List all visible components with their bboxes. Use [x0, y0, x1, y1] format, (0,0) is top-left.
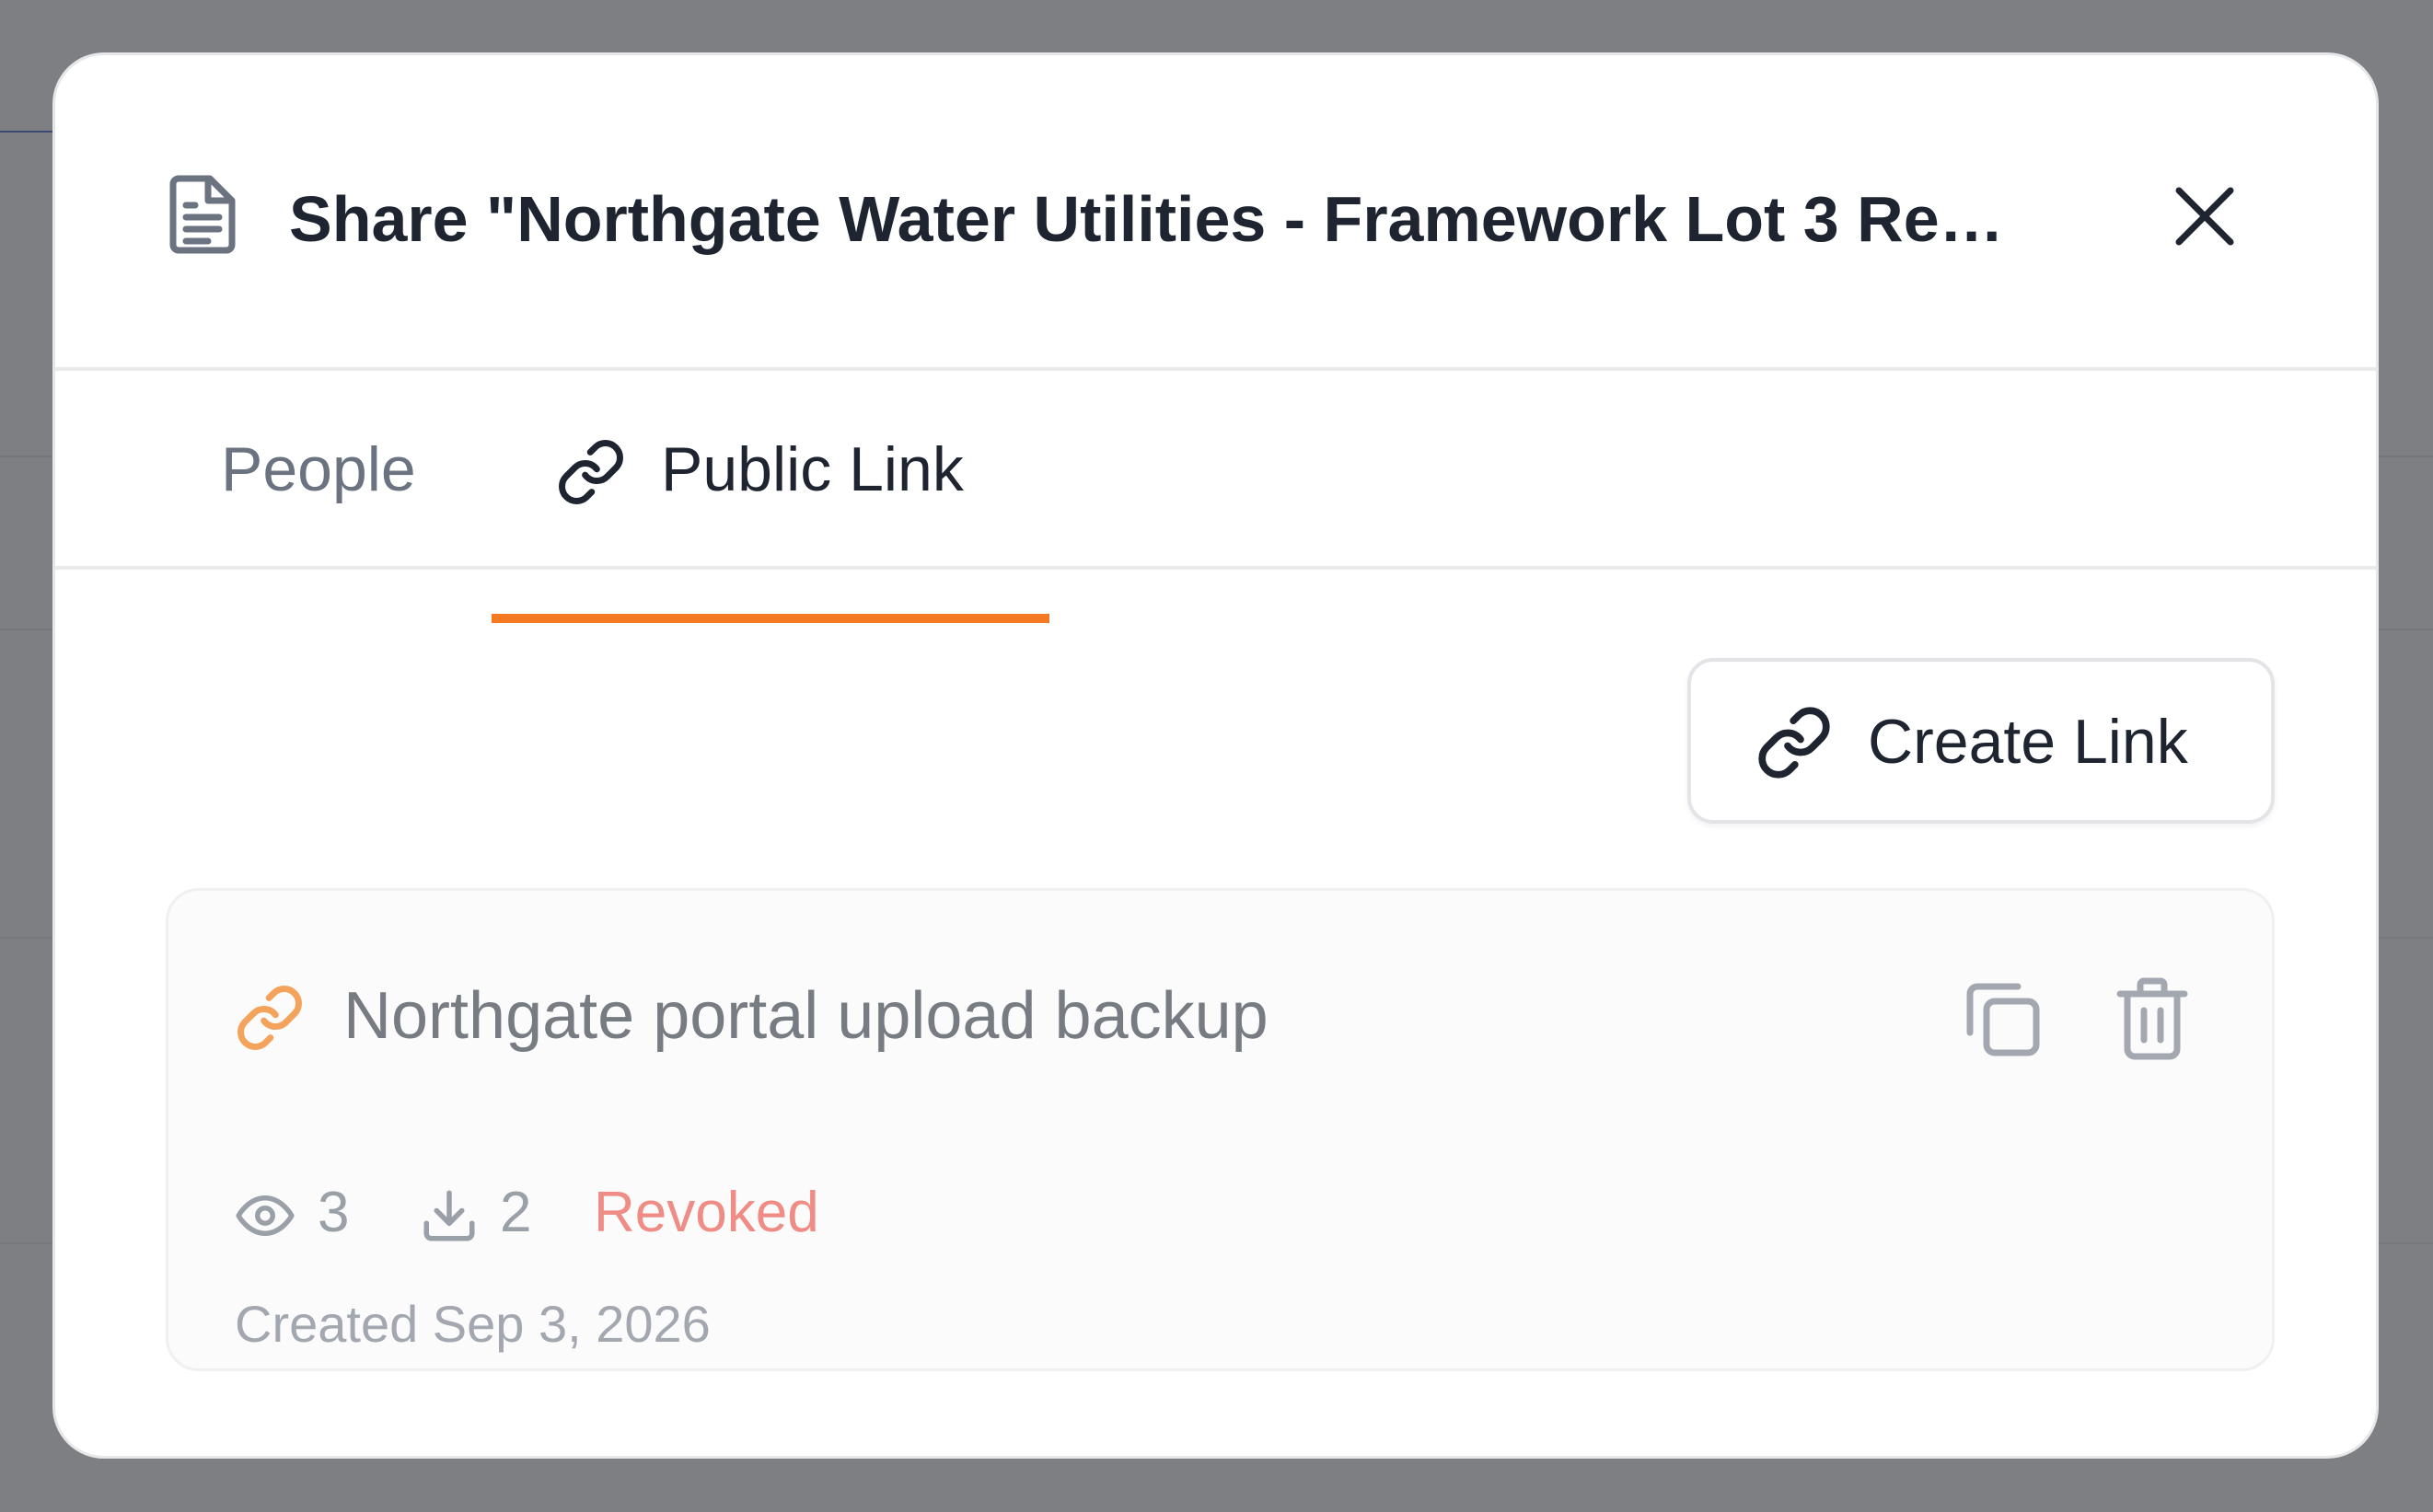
active-tab-indicator	[492, 614, 1049, 623]
status-badge: Revoked	[594, 1181, 819, 1244]
dialog-header: Share "Northgate Water Utilities - Frame…	[55, 55, 2376, 371]
tab-public-link-label: Public Link	[661, 434, 964, 504]
document-icon	[166, 173, 239, 256]
create-link-label: Create Link	[1868, 707, 2188, 777]
backdrop-divider	[0, 131, 55, 133]
create-link-button[interactable]: Create Link	[1687, 658, 2275, 824]
tab-people[interactable]: People	[193, 371, 469, 566]
link-icon	[235, 983, 305, 1053]
copy-link-button[interactable]	[1959, 974, 2047, 1062]
share-tabs: People Public Link	[55, 371, 2376, 623]
tab-public-link[interactable]: Public Link	[492, 371, 1049, 566]
link-icon	[1755, 704, 1833, 781]
trash-icon	[2111, 977, 2194, 1066]
share-dialog: Share "Northgate Water Utilities - Frame…	[52, 52, 2379, 1459]
link-icon	[556, 437, 626, 507]
copy-icon	[1959, 983, 2047, 1066]
delete-link-button[interactable]	[2111, 974, 2194, 1062]
link-name: Northgate portal upload backup	[343, 979, 1269, 1053]
public-link-card: Northgate portal upload backup 3 2 Revok…	[166, 888, 2275, 1371]
created-date: Created Sep 3, 2026	[235, 1295, 711, 1353]
close-button[interactable]	[2163, 175, 2246, 258]
eye-icon	[235, 1185, 295, 1246]
downloads-count: 2	[500, 1181, 532, 1244]
dialog-title: Share "Northgate Water Utilities - Frame…	[289, 183, 2004, 255]
download-icon	[419, 1185, 480, 1246]
views-count: 3	[318, 1181, 350, 1244]
tab-people-label: People	[221, 434, 416, 504]
close-icon	[2163, 187, 2246, 261]
